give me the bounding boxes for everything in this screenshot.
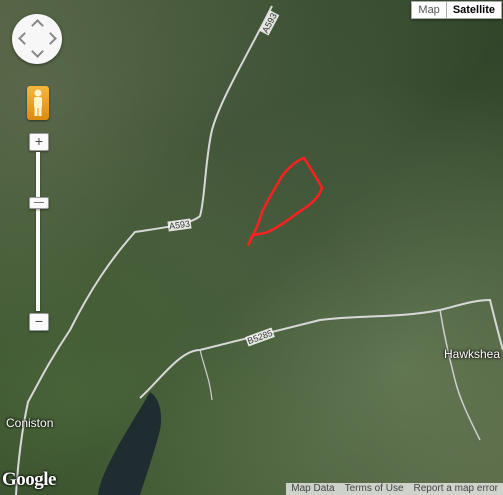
terms-of-use-link[interactable]: Terms of Use — [340, 483, 409, 495]
pan-left-icon[interactable] — [18, 32, 31, 45]
map-data-link[interactable]: Map Data — [286, 483, 339, 495]
place-label-coniston: Coniston — [6, 416, 54, 430]
pan-up-icon[interactable] — [31, 19, 44, 32]
attribution-bar: Map Data Terms of Use Report a map error — [286, 483, 503, 495]
map-type-satellite-button[interactable]: Satellite — [446, 1, 502, 19]
map-type-control: Map Satellite — [411, 1, 502, 19]
google-logo[interactable]: Google — [2, 469, 57, 491]
place-label-hawkshead: Hawkshea — [444, 347, 501, 361]
zoom-in-button[interactable]: + — [29, 133, 49, 151]
pegman-icon[interactable] — [27, 86, 49, 120]
zoom-slider-handle[interactable] — [29, 197, 49, 209]
report-error-link[interactable]: Report a map error — [409, 483, 503, 495]
map-features — [15, 5, 503, 495]
pan-right-icon[interactable] — [44, 32, 57, 45]
minor-road-2 — [199, 349, 213, 401]
pan-control[interactable] — [12, 14, 62, 64]
zoom-out-button[interactable]: − — [29, 313, 49, 331]
map-type-map-button[interactable]: Map — [411, 1, 447, 19]
satellite-map[interactable]: A593 A593 B5285 Coniston Hawkshea + − Ma… — [0, 0, 503, 495]
minor-road-1 — [439, 309, 481, 441]
lake-coniston-water — [98, 392, 162, 495]
route-track — [246, 156, 324, 247]
zoom-slider-track[interactable] — [36, 152, 40, 311]
pan-down-icon[interactable] — [31, 45, 44, 58]
